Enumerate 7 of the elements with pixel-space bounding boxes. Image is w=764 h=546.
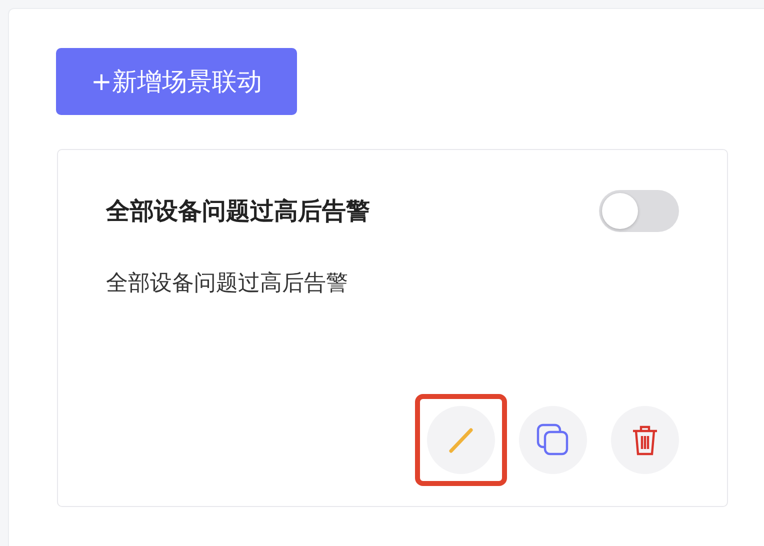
scene-title: 全部设备问题过高后告警 [106, 196, 370, 227]
pencil-icon [447, 426, 475, 454]
copy-icon [536, 423, 570, 457]
scene-description: 全部设备问题过高后告警 [106, 270, 349, 298]
add-scene-button[interactable]: +新增场景联动 [56, 48, 297, 115]
trash-icon [631, 424, 659, 456]
toggle-switch[interactable] [599, 190, 679, 232]
